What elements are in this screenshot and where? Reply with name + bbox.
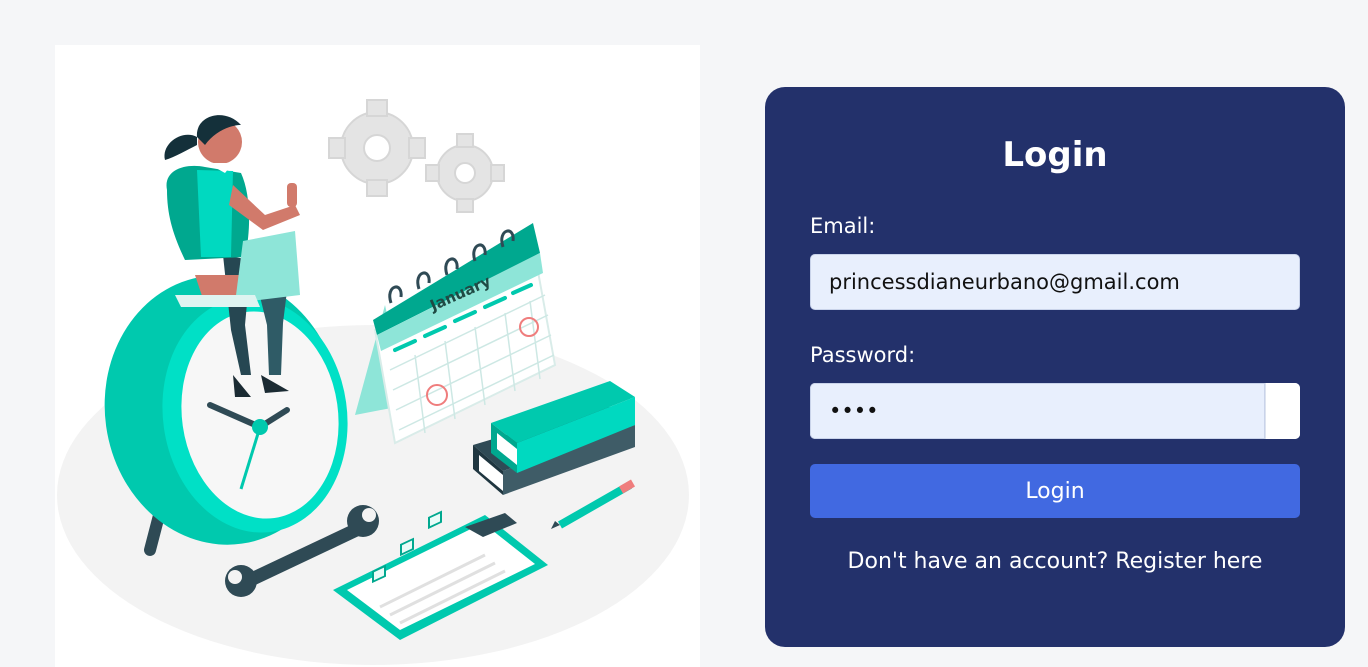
- login-title: Login: [1002, 135, 1108, 175]
- login-button[interactable]: Login: [810, 464, 1300, 518]
- password-label: Password:: [810, 343, 916, 367]
- illustration-panel: January: [55, 45, 700, 667]
- gear-icon: [425, 133, 505, 213]
- register-link[interactable]: Register here: [1115, 549, 1262, 574]
- email-label: Email:: [810, 214, 876, 238]
- password-field[interactable]: [810, 383, 1265, 439]
- email-field[interactable]: [810, 254, 1300, 310]
- gear-icon: [328, 99, 426, 197]
- register-prompt-text: Don't have an account?: [847, 549, 1109, 574]
- time-management-illustration: January: [57, 99, 689, 665]
- register-prompt: Don't have an account? Register here: [765, 547, 1345, 577]
- show-password-button[interactable]: [1265, 383, 1300, 439]
- password-field-group: [810, 383, 1300, 439]
- login-card: Login Email: Password: Login Don't have …: [765, 87, 1345, 647]
